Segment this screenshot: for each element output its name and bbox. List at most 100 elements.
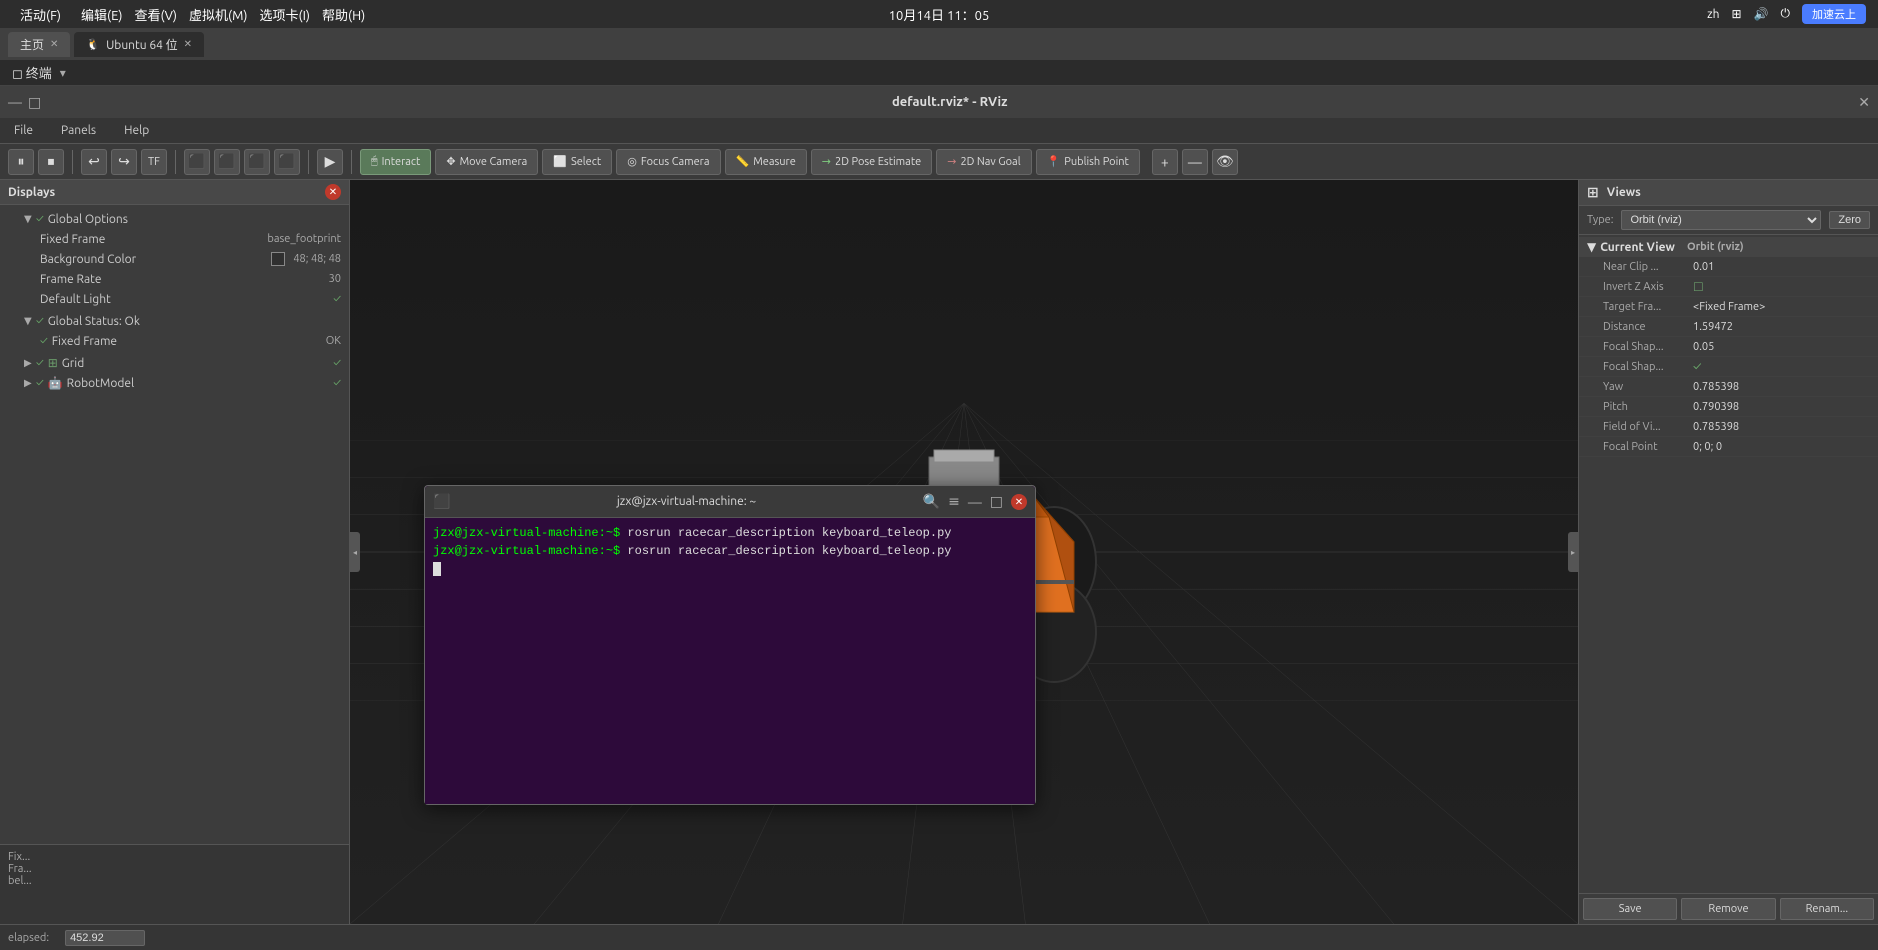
focal-size-row[interactable]: Focal Shap... 0.05 [1579,337,1878,357]
current-view-header[interactable]: ▼ Current View Orbit (rviz) [1579,237,1878,257]
help-menu[interactable]: 帮助(H) [322,5,365,24]
taskbar-terminal[interactable]: ◻ 终端 [12,63,52,82]
near-clip-value[interactable]: 0.01 [1693,261,1870,273]
distance-value[interactable]: 1.59472 [1693,321,1870,333]
pause-button[interactable]: ⏸ [8,149,34,175]
fov-value[interactable]: 0.785398 [1693,421,1870,433]
views-title: Views [1607,186,1641,199]
view-menu[interactable]: 查看(V) [135,5,177,24]
fov-label: Field of Vi... [1603,421,1693,433]
select-button[interactable]: ⬜ Select [542,149,612,175]
publish-point-button[interactable]: 📍 Publish Point [1036,149,1140,175]
zoom-in-button[interactable]: + [1152,149,1178,175]
options-menu[interactable]: 选项卡(I) [259,5,310,24]
terminal-content[interactable]: jzx@jzx-virtual-machine:~$ rosrun raceca… [425,518,1035,804]
virtual-menu[interactable]: 虚拟机(M) [189,5,248,24]
yaw-value[interactable]: 0.785398 [1693,381,1870,393]
menu-file[interactable]: File [8,122,39,139]
invert-z-row[interactable]: Invert Z Axis ☐ [1579,277,1878,297]
tab-home[interactable]: 主页 ✕ [8,32,70,57]
fov-row[interactable]: Field of Vi... 0.785398 [1579,417,1878,437]
global-status-row[interactable]: ▼ ✓ Global Status: Ok [0,311,349,331]
taskbar-arrow[interactable]: ▾ [60,66,66,80]
save-view-button[interactable]: Save [1583,898,1677,920]
fixed-frame-row[interactable]: Fixed Frame base_footprint [0,229,349,249]
views-type-select[interactable]: Orbit (rviz) [1621,210,1821,230]
grid-row[interactable]: ▶ ✓ ⊞ Grid ✓ [0,353,349,373]
rec-step[interactable]: ⬛ [244,149,270,175]
volume-icon[interactable]: 🔊 [1754,7,1769,21]
distance-row[interactable]: Distance 1.59472 [1579,317,1878,337]
frame-rate-row[interactable]: Frame Rate 30 [0,269,349,289]
focal-point-label: Focal Point [1603,441,1693,453]
camera-view-button[interactable]: 👁 [1212,149,1238,175]
title-minimize[interactable]: — [8,94,22,111]
displays-close[interactable]: ✕ [325,184,341,200]
title-close[interactable]: ✕ [1858,94,1870,111]
zoom-out-button[interactable]: — [1182,149,1208,175]
tab-home-close[interactable]: ✕ [50,38,58,50]
fixed-frame-ok-row[interactable]: ✓ Fixed Frame OK [0,331,349,351]
nav-goal-button[interactable]: → 2D Nav Goal [936,149,1031,175]
fixed-frame-value[interactable]: base_footprint [267,233,341,245]
connect-button[interactable]: 加速云上 [1802,4,1866,24]
tab-ubuntu-label: Ubuntu 64 位 [106,36,178,53]
focal-point-row[interactable]: Focal Point 0; 0; 0 [1579,437,1878,457]
undo-button[interactable]: ↩ [81,149,107,175]
invert-z-checkbox[interactable]: ☐ [1693,280,1704,294]
elapsed-input[interactable] [65,930,145,946]
tf-button[interactable]: TF [141,149,167,175]
right-collapse-handle[interactable]: ▸ [1568,532,1578,572]
terminal-window[interactable]: ⬛ jzx@jzx-virtual-machine: ~ 🔍 ≡ — □ ✕ j… [424,485,1036,805]
pitch-value[interactable]: 0.790398 [1693,401,1870,413]
terminal-minimize[interactable]: — [968,494,982,510]
app-menu[interactable]: 编辑(E) [81,5,122,24]
rec-end[interactable]: ⬛ [274,149,300,175]
pitch-row[interactable]: Pitch 0.790398 [1579,397,1878,417]
target-frame-value[interactable]: <Fixed Frame> [1693,301,1870,313]
activities-button[interactable]: 活动(F) [12,3,69,26]
robot-model-row[interactable]: ▶ ✓ 🤖 RobotModel ✓ [0,373,349,393]
rename-view-button[interactable]: Renam... [1780,898,1874,920]
focal-enabled-row[interactable]: Focal Shap... ✓ [1579,357,1878,377]
terminal-close[interactable]: ✕ [1011,494,1027,510]
network-icon[interactable]: ⊞ [1731,7,1741,21]
bg-color-row[interactable]: Background Color 48; 48; 48 [0,249,349,269]
menu-help[interactable]: Help [118,122,155,139]
default-light-row[interactable]: Default Light ✓ [0,289,349,309]
terminal-menu[interactable]: ≡ [948,493,960,510]
remove-view-button[interactable]: Remove [1681,898,1775,920]
title-maximize[interactable]: □ [28,94,41,111]
stop-button[interactable]: ⏹ [38,149,64,175]
focus-camera-button[interactable]: ◎ Focus Camera [616,149,720,175]
redo-button[interactable]: ↪ [111,149,137,175]
views-zero-button[interactable]: Zero [1829,211,1870,229]
rec-stop[interactable]: ⬛ [214,149,240,175]
tab-ubuntu[interactable]: 🐧 Ubuntu 64 位 ✕ [74,32,204,57]
robot-check[interactable]: ✓ [36,377,44,389]
focal-enabled-checkbox[interactable]: ✓ [1693,360,1701,373]
bg-color-swatch[interactable] [271,252,285,266]
near-clip-row[interactable]: Near Clip ... 0.01 [1579,257,1878,277]
interact-button[interactable]: 🖱 Interact [360,149,431,175]
pose-estimate-button[interactable]: → 2D Pose Estimate [811,149,932,175]
move-camera-button[interactable]: ✥ Move Camera [435,149,538,175]
terminal-search[interactable]: 🔍 [923,493,940,510]
power-icon[interactable]: ⏻ [1781,7,1791,21]
target-frame-row[interactable]: Target Fra... <Fixed Frame> [1579,297,1878,317]
tab-ubuntu-close[interactable]: ✕ [184,38,192,50]
focal-size-value[interactable]: 0.05 [1693,341,1870,353]
terminal-maximize[interactable]: □ [990,493,1003,510]
global-options-row[interactable]: ▼ ✓ Global Options [0,209,349,229]
rec-start[interactable]: ⬛ [184,149,210,175]
menu-panels[interactable]: Panels [55,122,102,139]
grid-check[interactable]: ✓ [36,357,44,369]
frame-rate-value[interactable]: 30 [329,273,341,285]
viewport-3d[interactable]: ◂ ▸ ⬛ jzx@jzx-virtual-machine: ~ 🔍 ≡ — □… [350,180,1578,924]
left-collapse-handle[interactable]: ◂ [350,532,360,572]
measure-button[interactable]: 📏 Measure [725,149,807,175]
yaw-row[interactable]: Yaw 0.785398 [1579,377,1878,397]
play-button[interactable]: ▶ [317,149,343,175]
default-light-checkbox[interactable]: ✓ [333,293,341,305]
focal-point-value[interactable]: 0; 0; 0 [1693,441,1870,453]
